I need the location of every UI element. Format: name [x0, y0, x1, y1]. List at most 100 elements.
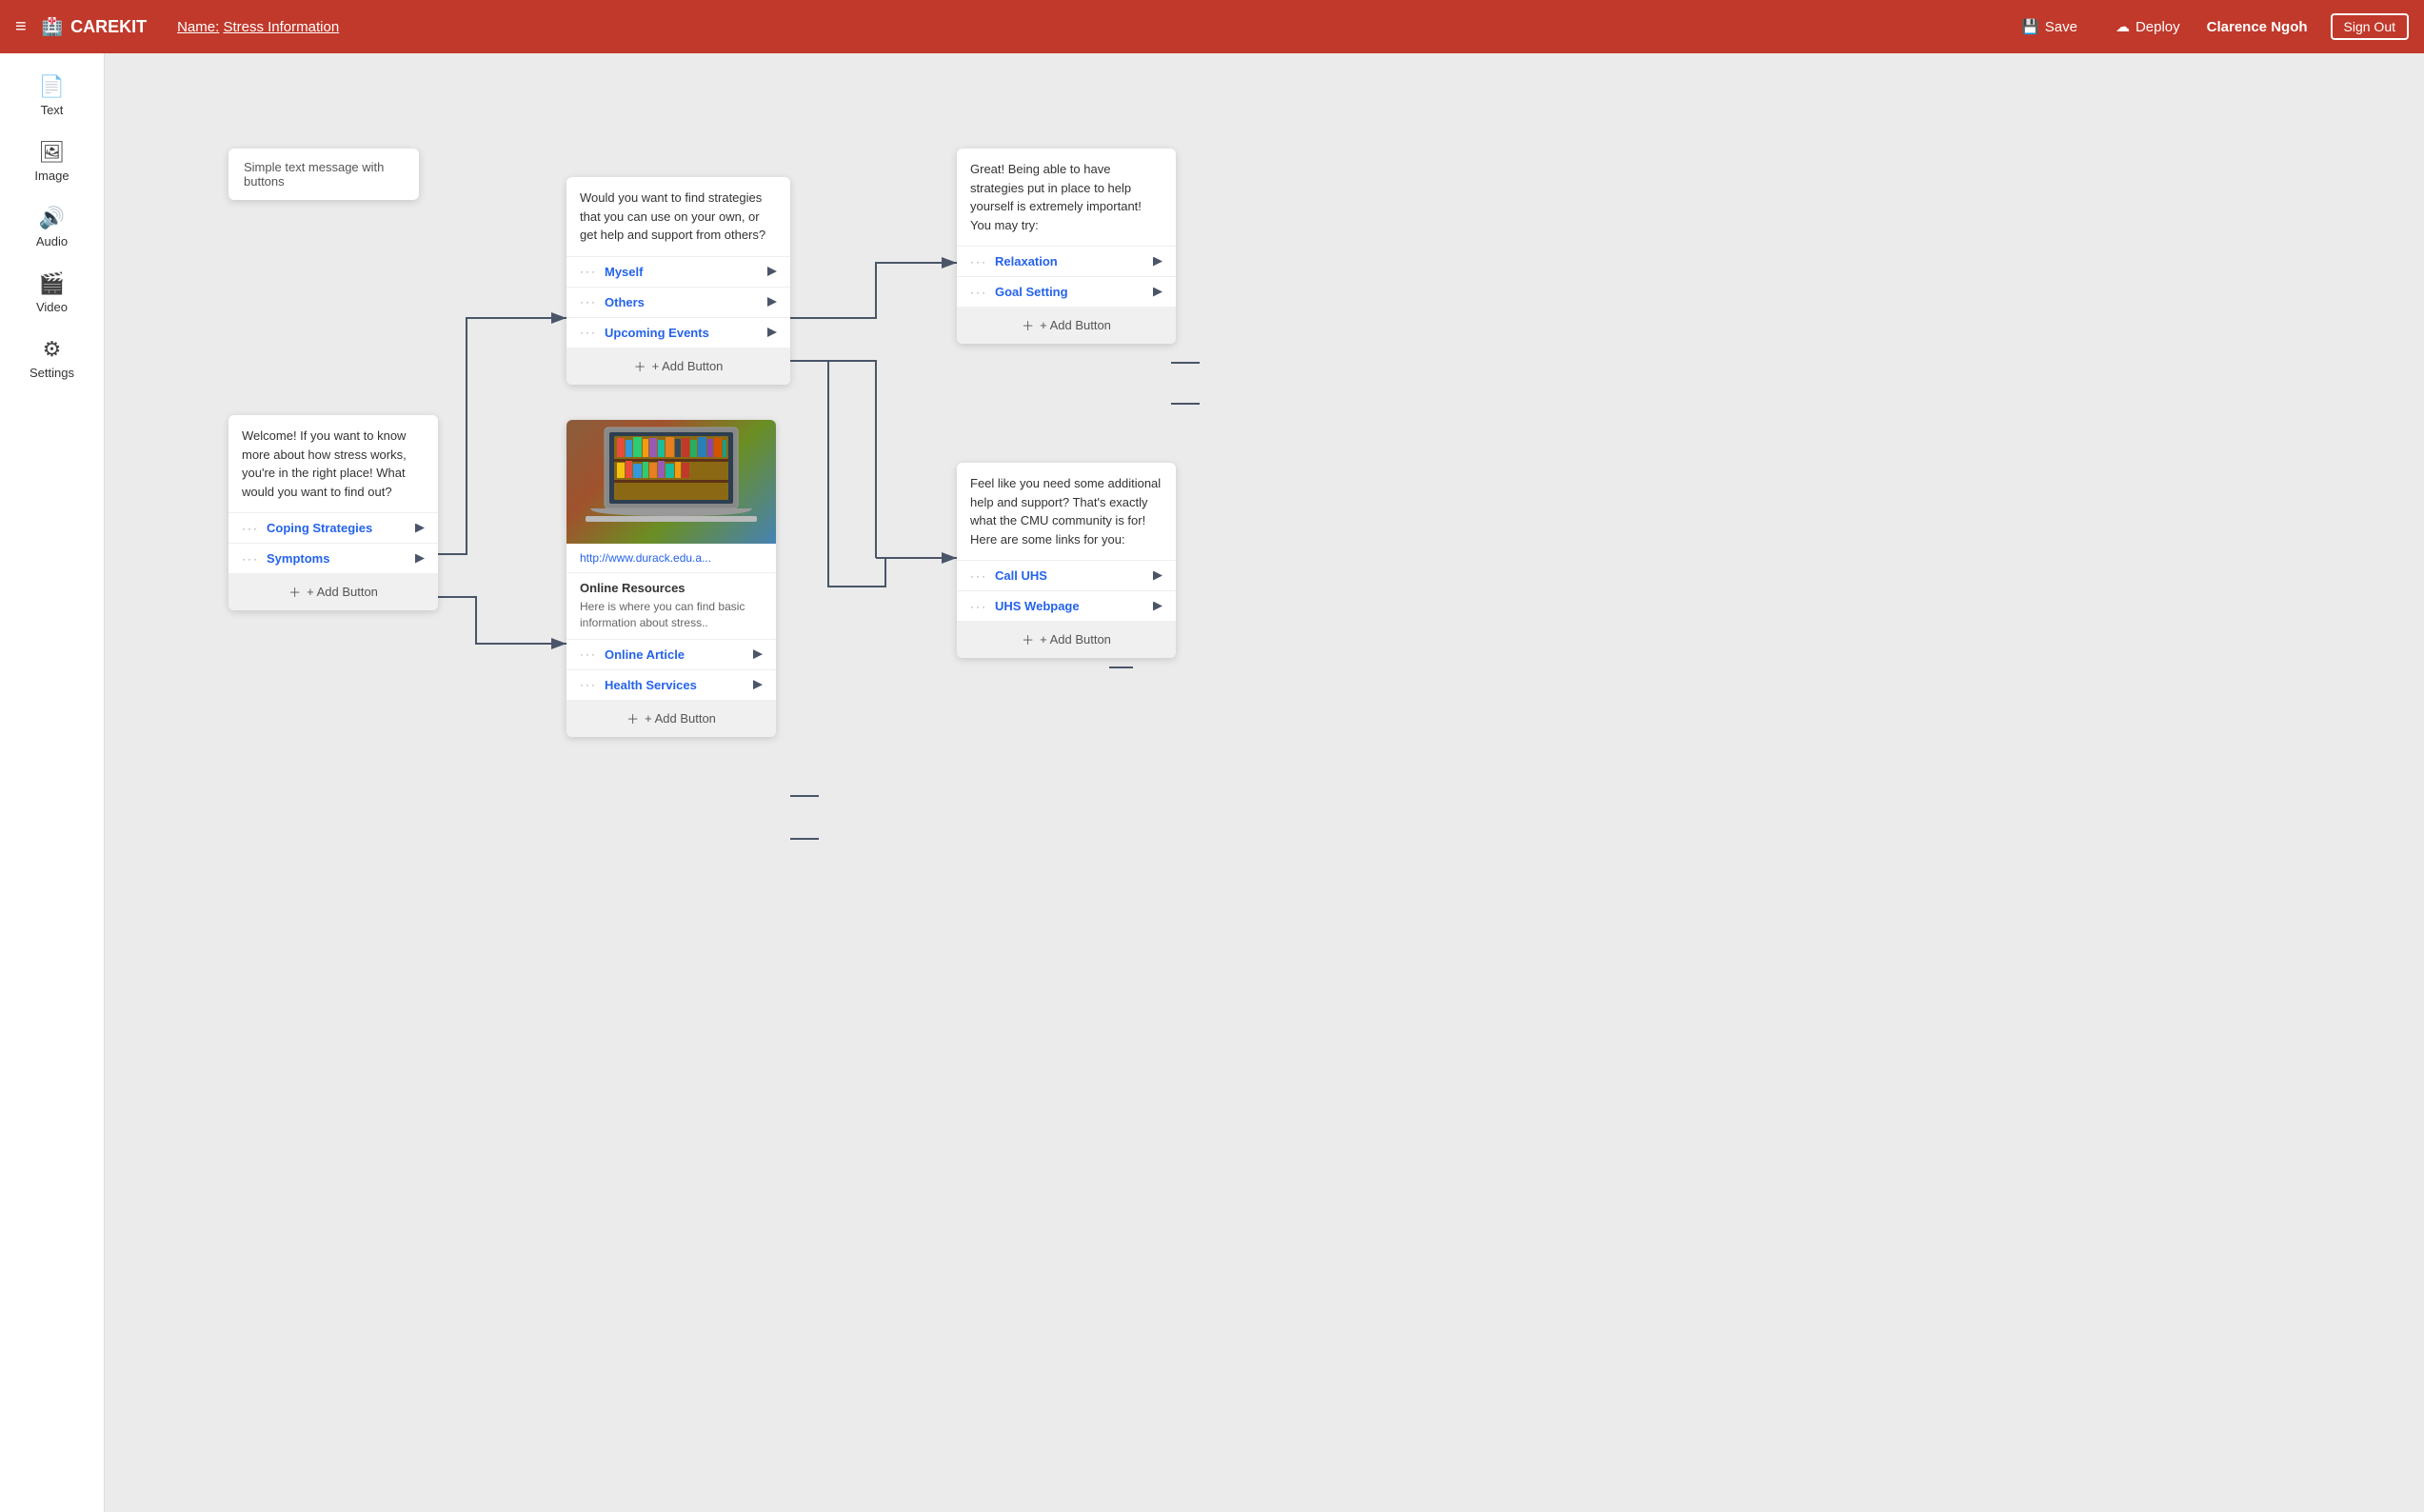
resources-title: Online Resources — [580, 581, 763, 595]
call-uhs-row[interactable]: ··· Call UHS — [957, 560, 1176, 590]
welcome-card-body: Welcome! If you want to know more about … — [228, 415, 438, 512]
canvas[interactable]: Simple text message with buttons Welcome… — [105, 53, 2424, 1512]
others-row[interactable]: ··· Others — [566, 287, 790, 317]
logo: 🏥 CAREKIT — [42, 17, 147, 37]
sidebar-label-image: Image — [34, 169, 69, 183]
simple-message-card[interactable]: Simple text message with buttons — [228, 149, 419, 200]
save-label: Save — [2045, 19, 2077, 35]
add-button-label-3: + Add Button — [1040, 318, 1111, 332]
user-name: Clarence Ngoh — [2207, 19, 2308, 35]
add-button-label-5: + Add Button — [645, 711, 716, 726]
symptoms-button[interactable]: Symptoms — [267, 551, 329, 566]
coping-strategies-button[interactable]: Coping Strategies — [267, 521, 372, 535]
sidebar-item-image[interactable]: 🖼 Image — [10, 130, 95, 192]
sidebar-item-settings[interactable]: ⚙ Settings — [10, 328, 95, 389]
others-button[interactable]: Others — [605, 295, 645, 309]
arrow-icon-5 — [767, 328, 777, 337]
strategies-card-body: Would you want to find strategies that y… — [566, 177, 790, 256]
support-add-button[interactable]: ＋ + Add Button — [957, 621, 1176, 658]
arrow-icon-10 — [753, 649, 763, 659]
plus-icon: ＋ — [288, 583, 301, 601]
arrow-icon-11 — [753, 680, 763, 689]
welcome-text: Welcome! If you want to know more about … — [242, 428, 407, 499]
dots-icon-6: ··· — [970, 255, 987, 269]
deploy-label: Deploy — [2136, 19, 2180, 35]
save-button[interactable]: 💾 Save — [2010, 12, 2089, 41]
coping-strategies-row[interactable]: ··· Coping Strategies — [228, 512, 438, 543]
plus-icon-3: ＋ — [1022, 316, 1034, 334]
uhs-webpage-button[interactable]: UHS Webpage — [995, 599, 1080, 613]
sidebar-item-audio[interactable]: 🔊 Audio — [10, 196, 95, 258]
myself-button[interactable]: Myself — [605, 265, 643, 279]
resource-link[interactable]: http://www.durack.edu.a... — [566, 544, 776, 573]
add-button-label-4: + Add Button — [1040, 632, 1111, 647]
dots-icon-7: ··· — [970, 286, 987, 299]
sidebar-item-text[interactable]: 📄 Text — [10, 65, 95, 127]
strategies-card: Would you want to find strategies that y… — [566, 177, 790, 385]
signout-button[interactable]: Sign Out — [2331, 13, 2409, 40]
great-card-body: Great! Being able to have strategies put… — [957, 149, 1176, 246]
plus-icon-4: ＋ — [1022, 630, 1034, 648]
goal-setting-button[interactable]: Goal Setting — [995, 285, 1068, 299]
strategies-text: Would you want to find strategies that y… — [580, 190, 765, 242]
great-add-button[interactable]: ＋ + Add Button — [957, 307, 1176, 344]
image-icon: 🖼 — [39, 140, 66, 165]
call-uhs-button[interactable]: Call UHS — [995, 568, 1047, 583]
project-name-link[interactable]: Stress Information — [223, 19, 339, 35]
menu-icon[interactable]: ≡ — [15, 16, 27, 38]
online-article-row[interactable]: ··· Online Article — [566, 639, 776, 669]
arrow-icon-4 — [767, 297, 777, 307]
dots-icon-10: ··· — [580, 647, 597, 661]
audio-icon: 🔊 — [39, 206, 65, 230]
resources-card: http://www.durack.edu.a... Online Resour… — [566, 420, 776, 737]
health-services-row[interactable]: ··· Health Services — [566, 669, 776, 700]
dots-icon-11: ··· — [580, 678, 597, 691]
deploy-button[interactable]: ☁ Deploy — [2104, 12, 2192, 41]
header: ≡ 🏥 CAREKIT Name: Stress Information 💾 S… — [0, 0, 2424, 53]
dots-icon-5: ··· — [580, 326, 597, 339]
support-card: Feel like you need some additional help … — [957, 463, 1176, 658]
resources-card-body: Online Resources Here is where you can f… — [566, 573, 776, 639]
symptoms-row[interactable]: ··· Symptoms — [228, 543, 438, 573]
logo-icon: 🏥 — [42, 17, 63, 37]
strategies-add-button[interactable]: ＋ + Add Button — [566, 348, 790, 385]
welcome-add-button[interactable]: ＋ + Add Button — [228, 573, 438, 610]
card-image — [566, 420, 776, 544]
simple-message-text: Simple text message with buttons — [244, 160, 384, 189]
arrow-icon-3 — [767, 267, 777, 276]
relaxation-row[interactable]: ··· Relaxation — [957, 246, 1176, 276]
plus-icon-2: ＋ — [634, 357, 646, 375]
canvas-inner: Simple text message with buttons Welcome… — [105, 53, 1628, 1005]
resources-desc: Here is where you can find basic informa… — [580, 599, 763, 631]
health-services-button[interactable]: Health Services — [605, 678, 697, 692]
upcoming-events-row[interactable]: ··· Upcoming Events — [566, 317, 790, 348]
project-name: Name: Stress Information — [177, 19, 339, 35]
sidebar-item-video[interactable]: 🎬 Video — [10, 262, 95, 324]
sidebar-label-settings: Settings — [30, 366, 74, 380]
relaxation-button[interactable]: Relaxation — [995, 254, 1058, 269]
online-article-button[interactable]: Online Article — [605, 647, 685, 662]
dots-icon-3: ··· — [580, 265, 597, 278]
sidebar-label-video: Video — [36, 300, 68, 314]
goal-setting-row[interactable]: ··· Goal Setting — [957, 276, 1176, 307]
sidebar-label-text: Text — [41, 103, 64, 117]
support-text: Feel like you need some additional help … — [970, 476, 1161, 547]
plus-icon-5: ＋ — [626, 709, 639, 727]
arrow-icon-6 — [1153, 257, 1162, 267]
dots-icon-8: ··· — [970, 569, 987, 583]
resources-add-button[interactable]: ＋ + Add Button — [566, 700, 776, 737]
myself-row[interactable]: ··· Myself — [566, 256, 790, 287]
uhs-webpage-row[interactable]: ··· UHS Webpage — [957, 590, 1176, 621]
add-button-label-2: + Add Button — [652, 359, 724, 373]
great-text: Great! Being able to have strategies put… — [970, 162, 1142, 232]
upcoming-events-button[interactable]: Upcoming Events — [605, 326, 709, 340]
welcome-card: Welcome! If you want to know more about … — [228, 415, 438, 610]
save-icon: 💾 — [2021, 18, 2039, 35]
arrow-icon-2 — [415, 554, 425, 564]
deploy-icon: ☁ — [2116, 18, 2130, 35]
add-button-label: + Add Button — [307, 585, 378, 599]
arrow-icon-9 — [1153, 602, 1162, 611]
settings-icon: ⚙ — [43, 337, 62, 362]
support-card-body: Feel like you need some additional help … — [957, 463, 1176, 560]
arrow-icon-7 — [1153, 288, 1162, 297]
